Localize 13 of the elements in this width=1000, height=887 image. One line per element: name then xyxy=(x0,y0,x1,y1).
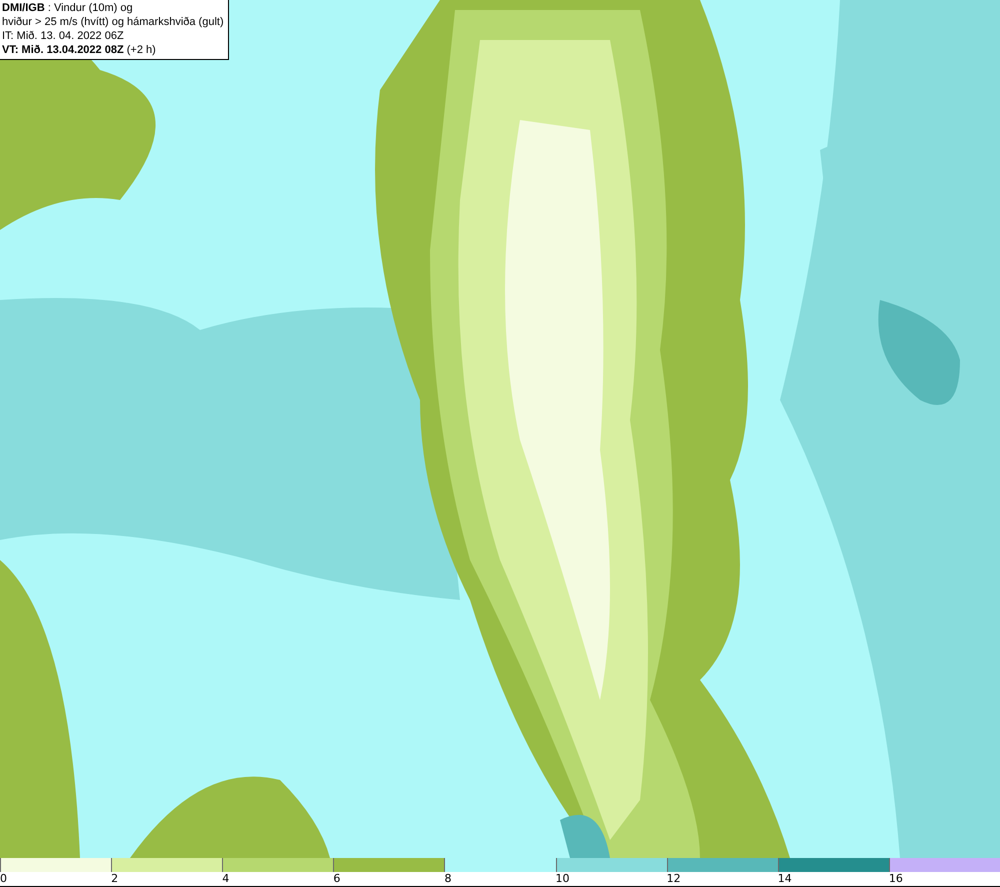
legend-tick-label: 6 xyxy=(333,872,340,886)
legend-tick-label: 10 xyxy=(556,872,570,886)
header-text: IT: Mið. 13. 04. 2022 06Z xyxy=(2,29,125,43)
legend-tick-label: 0 xyxy=(0,872,7,886)
header-text: VT: Mið. 13.04.2022 08Z (+2 h) xyxy=(2,43,157,57)
legend-tick-label: 16 xyxy=(888,872,903,886)
legend-tick-label: 12 xyxy=(666,872,681,886)
legend-tick-label: 2 xyxy=(111,872,118,886)
header-text: hviður > 25 m/s (hvítt) og hámarkshviða (gult) xyxy=(2,15,224,29)
legend-tick-label: 8 xyxy=(444,872,452,886)
legend-tick-label: 14 xyxy=(778,872,792,886)
header-text: DMI/IGB : Vindur (10m) og xyxy=(2,1,134,15)
legend-tick-label: 4 xyxy=(222,872,230,886)
